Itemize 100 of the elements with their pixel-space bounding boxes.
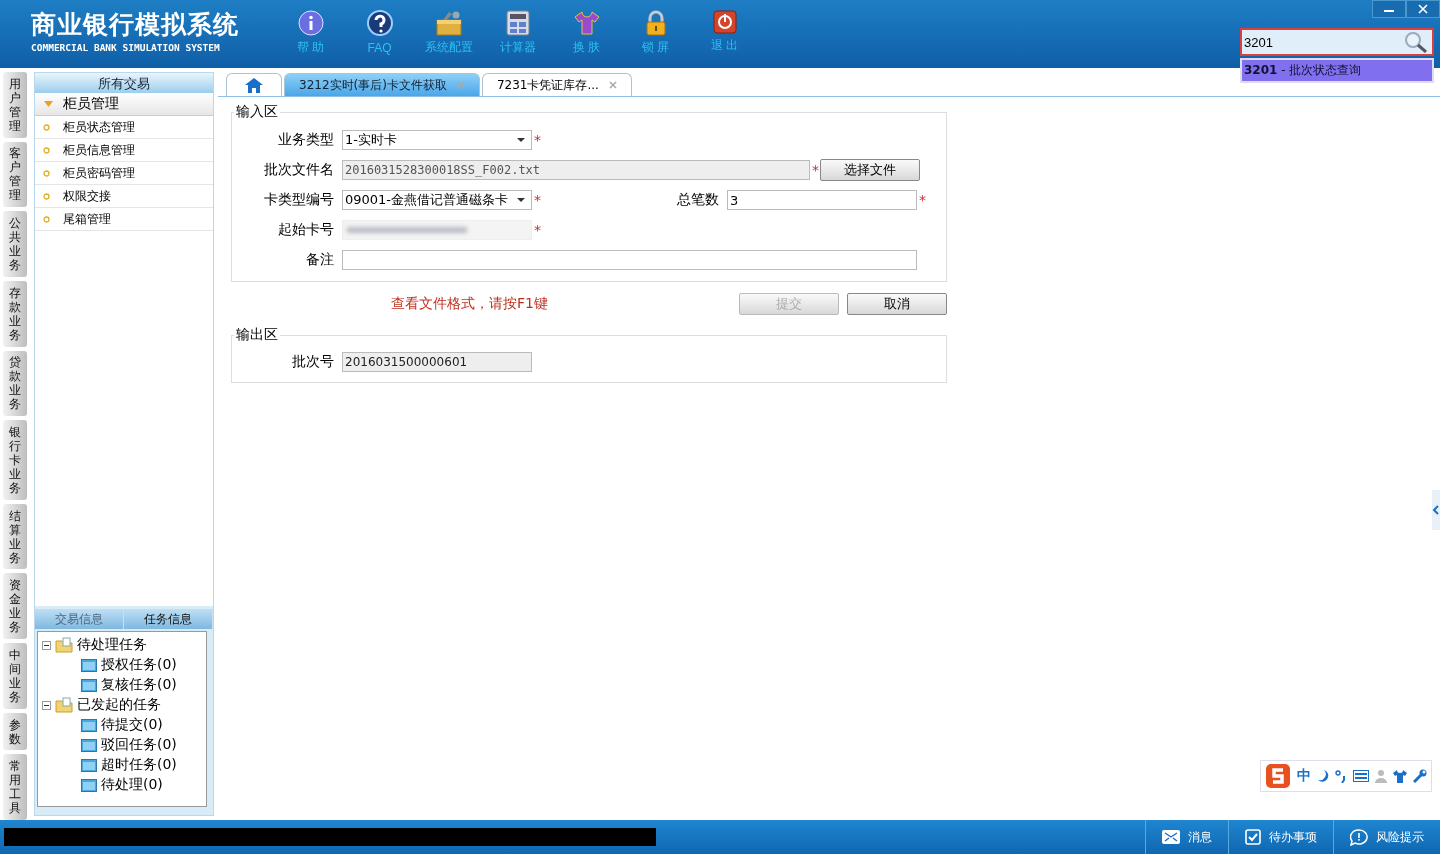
- vertical-tab[interactable]: 客户管理: [3, 141, 27, 208]
- bullet-icon: [43, 215, 50, 223]
- field-label: 批次文件名: [263, 161, 335, 179]
- panel-tab[interactable]: 任务信息: [124, 609, 213, 629]
- checkbox-icon: [1245, 829, 1261, 845]
- input-field[interactable]: 2016031528300018SS_F002.txt: [342, 160, 810, 180]
- menu-item[interactable]: 尾箱管理: [35, 208, 213, 231]
- search-icon: [1404, 31, 1428, 53]
- tab[interactable]: [226, 73, 282, 96]
- status-button[interactable]: 待办事项: [1228, 820, 1333, 854]
- field-label: 卡类型编号: [263, 191, 335, 209]
- dropdown[interactable]: 1-实时卡: [342, 130, 532, 150]
- output-field[interactable]: 2016031500000601: [342, 352, 532, 372]
- bullet-icon: [43, 146, 50, 154]
- folder-icon: [81, 778, 97, 792]
- required-mark: *: [534, 222, 542, 238]
- required-mark: *: [812, 162, 820, 178]
- tree-item[interactable]: 授权任务(0): [101, 656, 177, 674]
- vertical-tab[interactable]: 公共业务: [3, 211, 27, 277]
- section-title: 输出区: [235, 326, 279, 344]
- folder-icon: [81, 658, 97, 672]
- menu-item[interactable]: 柜员密码管理: [35, 162, 213, 185]
- suggestion-item[interactable]: 3201 - 批次状态查询: [1240, 58, 1434, 83]
- panel-header: 所有交易: [35, 73, 213, 93]
- shirt-icon[interactable]: [1393, 769, 1407, 783]
- folder-icon: [55, 697, 73, 713]
- toolbox-icon: [434, 10, 463, 36]
- vertical-tab[interactable]: 存款业务: [3, 280, 27, 347]
- power-icon: [712, 10, 737, 34]
- vertical-tab[interactable]: 中间业务: [3, 643, 27, 709]
- folder-icon: [81, 738, 97, 752]
- folder-icon: [81, 678, 97, 692]
- vertical-tab[interactable]: 常用工具: [3, 754, 27, 821]
- vertical-tab[interactable]: 银行卡业务: [3, 420, 27, 500]
- vertical-tab[interactable]: 贷款业务: [3, 350, 27, 417]
- keyboard-icon[interactable]: [1353, 770, 1369, 782]
- tree-item[interactable]: 待处理任务: [77, 636, 147, 654]
- vertical-tab[interactable]: 参数: [3, 712, 27, 751]
- close-button[interactable]: [1406, 0, 1440, 18]
- ime-logo-icon[interactable]: [1265, 763, 1291, 789]
- tree-item[interactable]: 待提交(0): [101, 716, 163, 734]
- required-mark: *: [919, 192, 927, 208]
- menu-item[interactable]: 权限交接: [35, 185, 213, 208]
- panel-tab[interactable]: 交易信息: [35, 609, 124, 629]
- field-label: 备注: [305, 251, 335, 269]
- moon-icon[interactable]: [1317, 769, 1329, 783]
- hint-text: 查看文件格式，请按F1键: [391, 295, 548, 313]
- status-button[interactable]: 消息: [1145, 820, 1228, 854]
- input-field[interactable]: 3: [727, 190, 917, 210]
- field-label: 业务类型: [277, 131, 335, 149]
- vertical-tab[interactable]: 资金业务: [3, 573, 27, 640]
- bullet-icon: [43, 169, 50, 177]
- wrench-icon[interactable]: [1413, 769, 1427, 783]
- dropdown-arrow-icon: [517, 197, 525, 203]
- close-icon: [1418, 4, 1428, 14]
- tree-item[interactable]: 超时任务(0): [101, 756, 177, 774]
- speech-bubble-icon: [1350, 828, 1368, 846]
- field-label: 起始卡号: [277, 221, 335, 239]
- menu-item[interactable]: 柜员信息管理: [35, 139, 213, 162]
- vertical-tab[interactable]: 用户管理: [3, 72, 27, 138]
- info-icon: [297, 10, 324, 36]
- question-icon: [365, 10, 394, 38]
- tree-item[interactable]: 待处理(0): [101, 776, 163, 794]
- tab[interactable]: 3212实时(事后)卡文件获取: [284, 73, 480, 96]
- required-mark: *: [534, 192, 542, 208]
- folder-icon: [81, 718, 97, 732]
- home-icon: [245, 77, 263, 93]
- input-field[interactable]: [342, 250, 917, 270]
- search-box[interactable]: 3201: [1240, 28, 1434, 56]
- ime-mode[interactable]: 中: [1297, 767, 1311, 785]
- collapse-icon[interactable]: [42, 640, 51, 650]
- field-label: 总笔数: [676, 191, 720, 209]
- status-button[interactable]: 风险提示: [1333, 820, 1440, 854]
- folder-icon: [55, 637, 73, 653]
- group-header[interactable]: 柜员管理: [35, 93, 213, 116]
- required-mark: *: [534, 132, 542, 148]
- envelope-icon: [1162, 830, 1180, 844]
- app-subtitle: COMMERCIAL BANK SIMULATION SYSTEM: [31, 42, 221, 53]
- search-input[interactable]: 3201: [1242, 33, 1404, 51]
- tree-item[interactable]: 驳回任务(0): [101, 736, 177, 754]
- section-title: 输入区: [235, 103, 279, 121]
- punctuation-icon[interactable]: [1335, 769, 1347, 783]
- lock-icon: [644, 10, 667, 36]
- tree-item[interactable]: 已发起的任务: [77, 696, 161, 714]
- bullet-icon: [43, 123, 50, 131]
- choose-file-button[interactable]: 选择文件: [820, 159, 920, 181]
- dropdown-arrow-icon: [517, 137, 525, 143]
- shirt-icon: [572, 10, 601, 36]
- folder-icon: [81, 758, 97, 772]
- dropdown[interactable]: 09001-金燕借记普通磁条卡: [342, 190, 532, 210]
- field-label: 批次号: [291, 353, 335, 371]
- calculator-icon: [505, 10, 530, 36]
- collapse-icon[interactable]: [42, 700, 51, 710]
- menu-item[interactable]: 柜员状态管理: [35, 116, 213, 139]
- tree-item[interactable]: 复核任务(0): [101, 676, 177, 694]
- tab[interactable]: 7231卡凭证库存...: [481, 73, 632, 96]
- bullet-icon: [43, 192, 50, 200]
- action-button[interactable]: 取消: [847, 293, 947, 315]
- minimize-button[interactable]: [1372, 0, 1406, 18]
- vertical-tab[interactable]: 结算业务: [3, 503, 27, 570]
